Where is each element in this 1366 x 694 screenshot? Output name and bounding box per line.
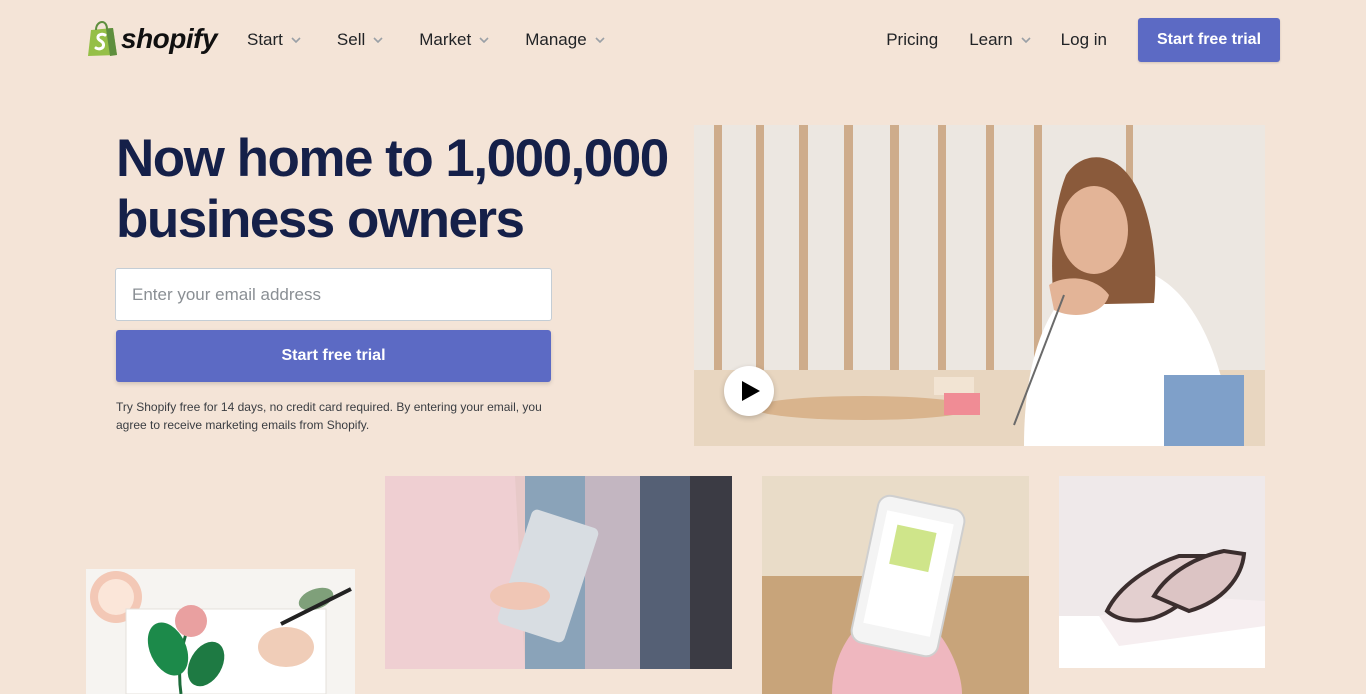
site-header: shopify Start Sell Market Manage Pricing…: [0, 0, 1366, 80]
shopify-logo[interactable]: shopify: [86, 21, 218, 57]
illustration-drawing-image: [86, 569, 355, 694]
nav-start[interactable]: Start: [247, 30, 301, 50]
drawing-photo: [86, 569, 355, 694]
hero-start-trial-button[interactable]: Start free trial: [116, 330, 551, 382]
chevron-down-icon: [373, 37, 383, 43]
nav-manage-label: Manage: [525, 30, 587, 49]
tablet-photo: [385, 476, 732, 669]
shopping-bag-icon: [88, 21, 117, 56]
video-play-button[interactable]: [724, 366, 774, 416]
nav-start-label: Start: [247, 30, 283, 49]
nav-sell-label: Sell: [336, 30, 366, 49]
nav-market-label: Market: [419, 30, 472, 49]
nav-login[interactable]: Log in: [1061, 30, 1107, 50]
nav-learn[interactable]: Learn: [969, 30, 1031, 50]
nav-learn-label: Learn: [969, 30, 1013, 49]
chevron-down-icon: [1021, 37, 1031, 43]
nav-manage[interactable]: Manage: [525, 30, 605, 50]
hero-title: Now home to 1,000,000 business owners: [116, 129, 669, 249]
nav-sell[interactable]: Sell: [337, 30, 383, 50]
primary-nav: Start Sell Market Manage: [247, 30, 641, 50]
chevron-down-icon: [291, 37, 301, 43]
artisan-photo: [694, 125, 1265, 446]
nav-market[interactable]: Market: [419, 30, 489, 50]
secondary-nav: Pricing Learn Log in Start free trial: [886, 18, 1280, 62]
chevron-down-icon: [595, 37, 605, 43]
clothing-rack-tablet-image: [385, 476, 732, 669]
logo-wordmark: shopify: [121, 23, 218, 54]
header-start-trial-button[interactable]: Start free trial: [1138, 18, 1280, 62]
mobile-store-image: [762, 476, 1029, 694]
chevron-down-icon: [479, 37, 489, 43]
phone-photo: [762, 476, 1029, 694]
oxford-shoes-image: [1059, 476, 1265, 668]
play-icon: [742, 381, 760, 401]
nav-pricing[interactable]: Pricing: [886, 30, 938, 50]
trial-disclaimer: Try Shopify free for 14 days, no credit …: [116, 400, 542, 432]
email-input[interactable]: [115, 268, 552, 321]
hero-video-thumbnail[interactable]: [694, 125, 1265, 446]
shoes-photo: [1059, 476, 1265, 668]
